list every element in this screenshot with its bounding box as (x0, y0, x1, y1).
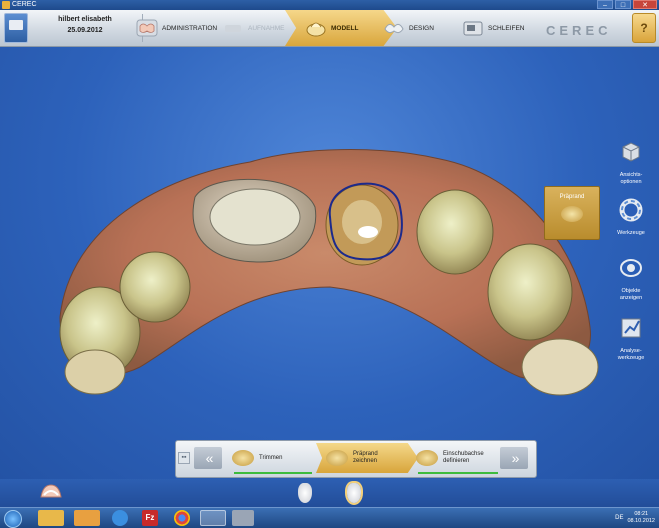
step-trimmen[interactable]: Trimmen (232, 443, 312, 473)
margin-tool-label: Präprand (559, 194, 585, 200)
next-arrow-icon: » (511, 450, 520, 466)
trim-tooth-icon (232, 450, 254, 466)
chrome-icon[interactable] (174, 510, 190, 526)
clock-time: 08:21 (634, 511, 649, 517)
objects-icon (620, 259, 642, 277)
start-button[interactable] (4, 510, 22, 528)
windows-taskbar: Fz DE 08:21 08.10.2012 (0, 507, 659, 528)
language-indicator[interactable]: DE (615, 515, 623, 521)
margin-tooth-icon (561, 206, 583, 222)
window-title: CEREC (12, 1, 37, 8)
filezilla-icon[interactable]: Fz (142, 510, 158, 526)
step-label: MODELL (331, 24, 359, 32)
restoration-tooth-1[interactable] (298, 483, 312, 503)
step-schleifen[interactable]: SCHLEIFEN (462, 10, 524, 46)
milling-unit-icon (463, 21, 483, 36)
explorer-icon[interactable] (38, 510, 64, 526)
tool-label: Objekte anzeigen (619, 288, 643, 301)
model-viewport[interactable]: Ansichts- optionen Präprand Werkzeuge Ob… (0, 47, 659, 479)
step-modell[interactable]: MODELL (285, 10, 397, 46)
patient-name: hilbert elisabeth (58, 16, 112, 23)
tool-label: Werkzeuge (617, 230, 645, 236)
cerec-taskbar-button[interactable] (200, 510, 226, 526)
jaw-overview-icon[interactable] (38, 481, 64, 505)
step-progress-next (418, 472, 498, 474)
previous-step-button[interactable]: « (194, 447, 222, 469)
administration-teeth-icon (136, 19, 158, 37)
step-label: Trimmen (259, 454, 283, 461)
step-label: Präprand zeichnen (353, 451, 378, 464)
workflow-bar: hilbert elisabeth 25.09.2012 ADMINISTRAT… (0, 10, 659, 47)
tooth-right-premolar (416, 189, 494, 275)
step-label: ADMINISTRATION (162, 24, 218, 32)
step-progress-done (234, 472, 312, 474)
previous-arrow-icon: « (205, 450, 214, 466)
step-bar-toggle[interactable]: ▪▪ (178, 452, 190, 464)
view-options-tool[interactable]: Ansichts- optionen (606, 139, 656, 186)
window-controls: – □ ✕ (597, 0, 657, 10)
analysis-icon (621, 318, 641, 338)
tool-label: Analyse- werkzeuge (617, 348, 645, 361)
insertion-axis-icon (416, 450, 438, 466)
clock-date: 08.10.2012 (627, 518, 655, 524)
analysis-tool[interactable]: Analyse- werkzeuge (606, 315, 656, 362)
model-tooth-icon (306, 22, 326, 37)
next-step-button[interactable]: » (500, 447, 528, 469)
restoration-strip (0, 479, 659, 507)
step-design[interactable]: DESIGN (383, 10, 434, 46)
patient-info: hilbert elisabeth 25.09.2012 (30, 14, 140, 42)
internet-explorer-icon[interactable] (112, 510, 128, 526)
minimize-button[interactable]: – (597, 0, 613, 9)
help-button[interactable]: ? (632, 13, 656, 43)
step-einschubachse[interactable]: Einschubachse definieren (416, 443, 502, 473)
cerec-app-icon (2, 1, 10, 9)
step-bar: ▪▪ « Trimmen Präprand zeichnen Einschuba… (175, 440, 537, 478)
step-label: DESIGN (409, 24, 434, 32)
step-praeprand[interactable]: Präprand zeichnen (316, 443, 418, 473)
restoration-tooth-2[interactable] (347, 483, 361, 503)
design-teeth-icon (384, 23, 404, 34)
step-label: Einschubachse definieren (443, 451, 484, 464)
tools-ring-icon (619, 198, 643, 222)
system-tray: DE 08:21 08.10.2012 (615, 509, 655, 527)
app-taskbar-button[interactable] (232, 510, 254, 526)
prep-core (342, 200, 382, 244)
tool-label: Ansichts- optionen (619, 172, 643, 185)
maximize-button[interactable]: □ (615, 0, 631, 9)
clock[interactable]: 08:21 08.10.2012 (627, 511, 655, 525)
camera-icon (225, 25, 241, 32)
brand-logo: CEREC (546, 23, 612, 38)
tooth-right-molar-2 (521, 338, 599, 396)
crown-occlusal (209, 188, 301, 246)
step-label: SCHLEIFEN (488, 24, 525, 32)
tools-tool[interactable]: Werkzeuge (606, 197, 656, 237)
step-administration[interactable]: ADMINISTRATION (136, 10, 217, 46)
patient-card-icon[interactable] (4, 13, 28, 43)
tooth-right-molar (487, 243, 573, 341)
step-aufnahme: AUFNAHME (222, 10, 284, 46)
objects-tool[interactable]: Objekte anzeigen (606, 255, 656, 302)
jaw-model[interactable] (0, 47, 659, 479)
close-button[interactable]: ✕ (633, 0, 657, 9)
tooth-left-molar-2 (64, 349, 126, 395)
patient-date: 25.09.2012 (67, 27, 103, 34)
margin-tooth-icon (326, 450, 348, 466)
media-player-icon[interactable] (74, 510, 100, 526)
view-options-icon (622, 142, 640, 162)
tooth-left-premolar (119, 251, 191, 323)
margin-tool-panel[interactable]: Präprand (544, 186, 600, 240)
title-bar: CEREC – □ ✕ (0, 0, 659, 10)
step-label: AUFNAHME (248, 24, 285, 32)
